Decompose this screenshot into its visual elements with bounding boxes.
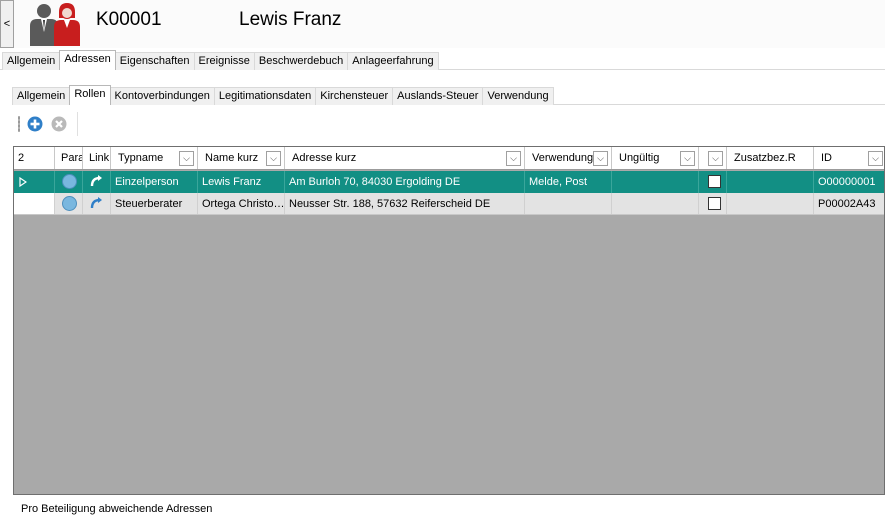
subtab-kirchensteuer[interactable]: Kirchensteuer <box>315 87 394 105</box>
customer-id: K00001 <box>96 9 162 30</box>
subtab-legitimationsdaten[interactable]: Legitimationsdaten <box>213 87 317 105</box>
collapse-panel-button[interactable]: < <box>0 0 14 48</box>
status-text: Pro Beteiligung abweichende Adressen <box>21 503 213 515</box>
customer-header: K00001 Lewis Franz <box>14 0 885 48</box>
column-label: Verwendung <box>532 152 594 164</box>
row-indicator <box>14 193 55 214</box>
tab-beschwerdebuch[interactable]: Beschwerdebuch <box>253 52 349 70</box>
subtab-kontoverbindungen[interactable]: Kontoverbindungen <box>109 87 215 105</box>
column-header-checkbox[interactable]: ⌵ <box>699 147 727 169</box>
name-kurz-cell[interactable]: Ortega Christo… <box>198 193 285 214</box>
zusatzbez-cell[interactable] <box>727 193 814 214</box>
column-label: ID <box>821 152 832 164</box>
plus-circle-icon <box>27 116 43 132</box>
column-label: Name kurz <box>205 152 259 164</box>
link-cell[interactable] <box>83 171 111 193</box>
para-cell[interactable] <box>55 171 83 193</box>
chevron-down-icon[interactable]: ⌵ <box>266 151 281 166</box>
add-role-button[interactable] <box>26 115 44 133</box>
id-cell[interactable]: P00002A43 <box>814 193 884 214</box>
column-header-id[interactable]: ID ⌵ <box>814 147 884 169</box>
chevron-down-icon[interactable]: ⌵ <box>868 151 883 166</box>
chevron-down-icon[interactable]: ⌵ <box>708 151 723 166</box>
column-label: Adresse kurz <box>292 152 357 164</box>
ungueltig-cell[interactable] <box>612 171 699 193</box>
column-header-link[interactable]: Link <box>83 147 111 169</box>
tab-anlageerfahrung[interactable]: Anlageerfahrung <box>347 52 439 70</box>
current-row-arrow-icon <box>19 176 28 188</box>
ungueltig-cell[interactable] <box>612 193 699 214</box>
column-header-typname[interactable]: Typname ⌵ <box>111 147 198 169</box>
typname-cell[interactable]: Steuerberater <box>111 193 198 214</box>
verwendung-cell[interactable]: Melde, Post <box>525 171 612 193</box>
chevron-left-icon: < <box>3 18 11 30</box>
sub-tabs: Allgemein Rollen Kontoverbindungen Legit… <box>12 85 554 105</box>
subtab-rollen[interactable]: Rollen <box>69 85 111 105</box>
x-circle-icon <box>51 116 67 132</box>
tab-eigenschaften[interactable]: Eigenschaften <box>114 52 195 70</box>
para-icon <box>62 196 77 211</box>
column-header-para[interactable]: Para <box>55 147 83 169</box>
column-header-adresse-kurz[interactable]: Adresse kurz ⌵ <box>285 147 525 169</box>
row-count-header: 2 <box>14 147 55 169</box>
adresse-kurz-cell[interactable]: Neusser Str. 188, 57632 Reiferscheid DE <box>285 193 525 214</box>
column-label: Typname <box>118 152 164 164</box>
column-header-verwendung[interactable]: Verwendung ⌵ <box>525 147 612 169</box>
column-header-name-kurz[interactable]: Name kurz ⌵ <box>198 147 285 169</box>
customer-avatar-icon <box>30 3 80 46</box>
id-cell[interactable]: O00000001 <box>814 171 884 193</box>
subtab-auslands-steuer[interactable]: Auslands-Steuer <box>392 87 484 105</box>
grid-header: 2 Para Link Typname ⌵ Name kurz ⌵ Adress… <box>14 147 884 170</box>
tab-allgemein[interactable]: Allgemein <box>2 52 61 70</box>
typname-cell[interactable]: Einzelperson <box>111 171 198 193</box>
link-arrow-icon <box>90 197 102 209</box>
para-icon <box>62 174 77 189</box>
roles-grid: 2 Para Link Typname ⌵ Name kurz ⌵ Adress… <box>13 146 885 495</box>
subtab-allgemein[interactable]: Allgemein <box>12 87 71 105</box>
main-tabs: Allgemein Adressen Eigenschaften Ereigni… <box>2 50 439 70</box>
subtab-verwendung[interactable]: Verwendung <box>482 87 554 105</box>
remove-role-button[interactable] <box>50 115 68 133</box>
column-label: Zusatzbez.R <box>734 152 796 164</box>
row-checkbox[interactable] <box>708 197 721 210</box>
chevron-down-icon[interactable]: ⌵ <box>680 151 695 166</box>
chevron-down-icon[interactable]: ⌵ <box>506 151 521 166</box>
checkbox-cell[interactable] <box>699 171 727 193</box>
tab-adressen[interactable]: Adressen <box>59 50 116 70</box>
column-label: Ungültig <box>619 152 660 164</box>
verwendung-cell[interactable] <box>525 193 612 214</box>
adresse-kurz-cell[interactable]: Am Burloh 70, 84030 Ergolding DE <box>285 171 525 193</box>
roles-toolbar <box>16 112 78 136</box>
name-kurz-cell[interactable]: Lewis Franz <box>198 171 285 193</box>
tab-ereignisse[interactable]: Ereignisse <box>193 52 255 70</box>
table-row[interactable]: Einzelperson Lewis Franz Am Burloh 70, 8… <box>14 171 884 193</box>
link-cell[interactable] <box>83 193 111 214</box>
para-cell[interactable] <box>55 193 83 214</box>
checkbox-cell[interactable] <box>699 193 727 214</box>
zusatzbez-cell[interactable] <box>727 171 814 193</box>
row-indicator <box>14 171 55 193</box>
row-checkbox[interactable] <box>708 175 721 188</box>
link-arrow-icon <box>90 175 102 187</box>
column-header-ungueltig[interactable]: Ungültig ⌵ <box>612 147 699 169</box>
customer-name: Lewis Franz <box>239 9 342 30</box>
chevron-down-icon[interactable]: ⌵ <box>593 151 608 166</box>
column-header-zusatzbez[interactable]: Zusatzbez.R <box>727 147 814 169</box>
table-row[interactable]: Steuerberater Ortega Christo… Neusser St… <box>14 193 884 215</box>
chevron-down-icon[interactable]: ⌵ <box>179 151 194 166</box>
toolbar-grip[interactable] <box>18 116 20 132</box>
